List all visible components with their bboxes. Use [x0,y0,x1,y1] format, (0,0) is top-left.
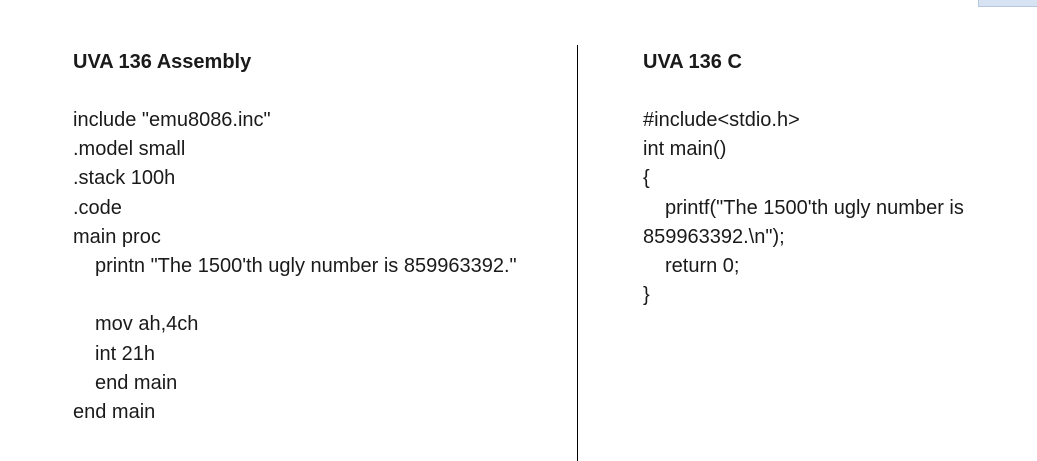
c-code-block: #include<stdio.h> int main() { printf("T… [643,106,1023,310]
code-line: return 0; [665,254,740,277]
code-line: .model small [73,138,186,161]
code-line: int main() [643,138,727,161]
c-column: UVA 136 C #include<stdio.h> int main() {… [643,0,1023,461]
c-title: UVA 136 C [643,51,742,73]
code-line: printn "The 1500'th ugly number is 85996… [95,254,517,277]
code-line: printf("The 1500'th ugly number is 85996… [643,196,964,248]
assembly-title: UVA 136 Assembly [73,51,252,73]
code-line: main proc [73,225,161,248]
code-line: int 21h [95,342,156,365]
code-line: #include<stdio.h> [643,109,800,131]
code-line: .code [73,196,122,219]
code-line: .stack 100h [73,167,176,190]
code-line: } [643,284,650,307]
code-line: end main [95,371,178,394]
assembly-column: UVA 136 Assembly include "emu8086.inc" .… [73,0,563,461]
column-divider [577,45,578,461]
code-line: mov ah,4ch [95,313,199,336]
code-line: { [643,167,650,190]
blank-line [73,281,563,310]
assembly-code-block: include "emu8086.inc" .model small .stac… [73,106,563,427]
code-line: include "emu8086.inc" [73,109,271,131]
code-line: end main [73,400,156,423]
